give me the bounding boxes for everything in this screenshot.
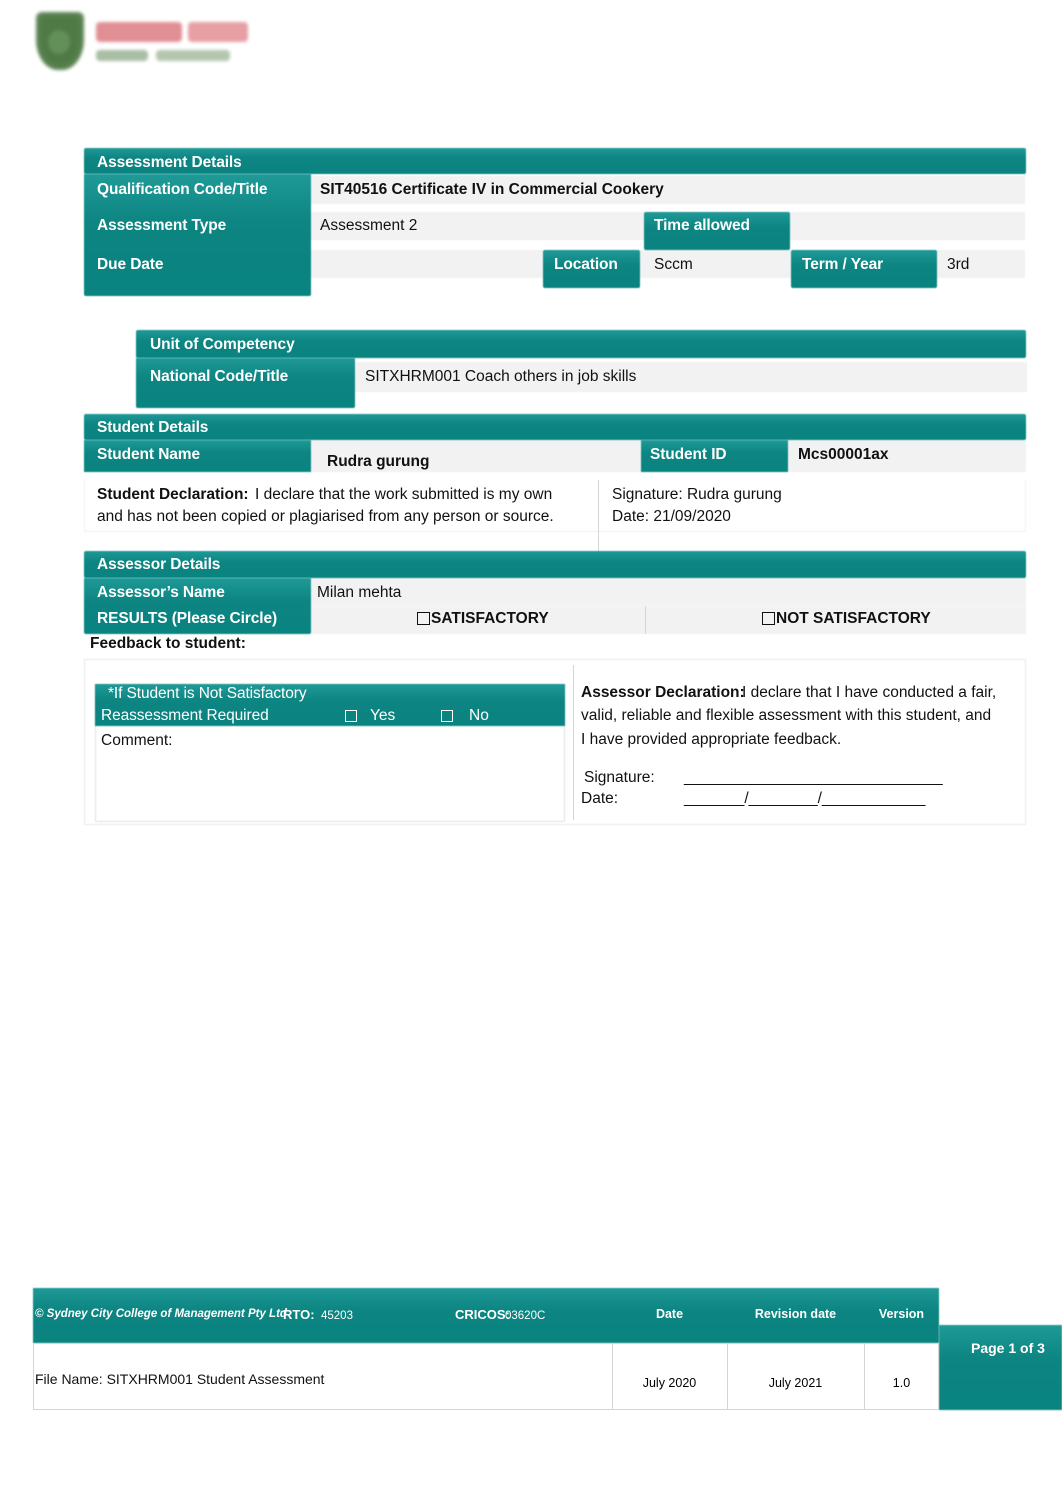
qualification-value: SIT40516 Certificate IV in Commercial Co… [320,181,664,198]
footer-col-revision: Revision date [754,1307,837,1321]
student-date-line: Date: 21/09/2020 [612,508,731,525]
student-id-label: Student ID [650,446,727,463]
reassessment-no-label: No [469,707,489,724]
footer-copyright: © Sydney City College of Management Pty … [35,1308,287,1320]
student-details-title: Student Details [97,419,209,436]
footer-cricos-label: CRICOS: [455,1307,510,1322]
reassessment-yes-checkbox[interactable] [345,710,357,722]
footer-file-name: File Name: SITXHRM001 Student Assessment [35,1371,325,1387]
due-date-label: Due Date [97,256,164,273]
location-value: Sccm [654,256,693,273]
location-label: Location [554,256,618,273]
term-year-label: Term / Year [802,256,884,273]
footer-col-date: Date [655,1307,684,1321]
student-name-value: Rudra gurung [327,453,430,470]
not-satisfactory-label: NOT SATISFACTORY [776,610,931,627]
assessor-details-title: Assessor Details [97,556,221,573]
assessor-details-header-bar [84,551,1026,578]
national-code-value: SITXHRM001 Coach others in job skills [365,368,637,385]
student-declaration-line1: I declare that the work submitted is my … [255,486,553,503]
assessor-name-value: Milan mehta [317,584,402,601]
footer-rto-value: 45203 [321,1310,353,1322]
student-details-header-bar [84,414,1026,440]
student-id-value: Mcs00001ax [798,446,889,463]
time-allowed-label: Time allowed [654,217,750,234]
term-year-value: 3rd [947,256,970,273]
logo-subtext-part [156,50,230,61]
logo-subtext-part [96,50,148,61]
assessor-date-label: Date: [581,790,619,807]
qualification-label: Qualification Code/Title [97,181,268,198]
declaration-divider [598,480,599,558]
logo-wordmark-part [96,22,182,42]
reassessment-required-label: Reassessment Required [101,707,269,724]
assessor-declaration-line3: I have provided appropriate feedback. [581,731,842,748]
page-number-block [939,1325,1062,1410]
national-code-label: National Code/Title [150,368,289,385]
not-satisfactory-checkbox[interactable] [762,612,775,625]
assessor-name-label: Assessor’s Name [97,584,225,601]
declaration-column-divider [573,665,574,820]
footer-rto-label: RTO: [283,1307,315,1322]
footer-col-version: Version [878,1307,925,1321]
unit-of-competency-title: Unit of Competency [150,336,295,353]
assessor-name-value-band [311,578,1026,606]
results-divider [645,606,646,634]
assessor-declaration-line1: I declare that I have conducted a fair, [742,684,997,701]
student-signature-line: Signature: Rudra gurung [612,486,782,503]
assessor-date-rule[interactable]: _______/________/____________ [684,791,925,807]
footer-revision-value: July 2021 [768,1376,823,1390]
student-name-label: Student Name [97,446,201,463]
student-declaration-label: Student Declaration: [97,486,249,503]
reassessment-note: *If Student is Not Satisfactory [108,685,307,702]
college-logo [30,8,250,90]
satisfactory-label: SATISFACTORY [431,610,549,627]
footer-page-label: Page 1 of 3 [971,1340,1045,1356]
footer-version-value: 1.0 [892,1376,911,1390]
results-label: RESULTS (Please Circle) [97,610,278,627]
assessment-type-value: Assessment 2 [320,217,418,234]
assessor-signature-label: Signature: [584,769,655,786]
satisfactory-checkbox[interactable] [417,612,430,625]
footer-cricos-value: 03620C [505,1310,546,1322]
assessor-declaration-label: Assessor Declaration: [581,684,745,701]
feedback-label: Feedback to student: [90,635,246,652]
assessor-signature-rule[interactable]: ______________________________ [684,770,943,786]
assessment-details-title: Assessment Details [97,154,242,171]
comment-label: Comment: [101,732,173,749]
student-declaration-line2: and has not been copied or plagiarised f… [97,508,554,525]
assessor-declaration-line2: valid, reliable and flexible assessment … [581,707,992,724]
assessment-type-label: Assessment Type [97,217,227,234]
shield-icon [36,12,84,70]
reassessment-yes-label: Yes [370,707,396,724]
footer-date-value: July 2020 [642,1376,697,1390]
reassessment-no-checkbox[interactable] [441,710,453,722]
logo-wordmark-part [188,22,248,42]
